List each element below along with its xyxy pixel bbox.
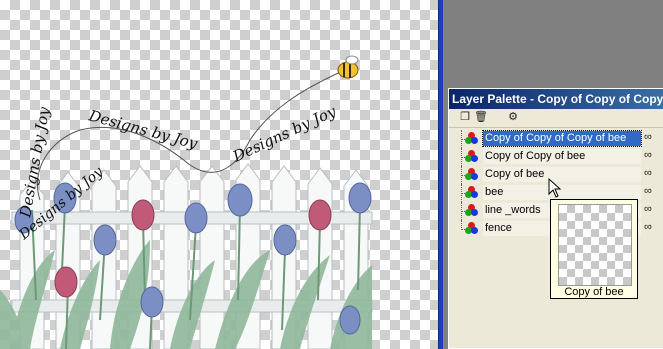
visibility-toggle-icon[interactable]: ∞ — [644, 131, 652, 143]
layer-row-copy3[interactable]: Copy of Copy of Copy of bee ∞ — [453, 130, 658, 148]
visibility-toggle-icon[interactable]: ∞ — [644, 185, 652, 197]
raster-layer-icon — [465, 150, 481, 164]
bee — [337, 55, 359, 79]
visibility-toggle-icon[interactable]: ∞ — [644, 221, 652, 233]
raster-layer-icon — [465, 168, 481, 182]
palette-toolbar: ❐ 🗑 ⚙ — [449, 109, 663, 128]
layer-row-copy2[interactable]: Copy of Copy of bee ∞ — [453, 148, 658, 166]
raster-layer-icon — [465, 186, 481, 200]
properties-icon[interactable]: ⚙ — [506, 111, 520, 124]
raster-layer-icon — [465, 222, 481, 236]
raster-layer-icon — [465, 204, 481, 218]
watermark-text-3: Designs by Joy — [229, 102, 339, 166]
palette-title[interactable]: Layer Palette - Copy of Copy of Copy of — [449, 89, 663, 109]
layer-thumbnail — [558, 204, 632, 286]
image-canvas[interactable]: Designs by Joy Designs by Joy Designs by… — [0, 0, 438, 349]
layer-name[interactable]: Copy of Copy of Copy of bee — [482, 130, 642, 147]
layer-name[interactable]: Copy of Copy of bee — [483, 149, 641, 164]
raster-layer-icon — [465, 132, 481, 146]
layer-name[interactable]: Copy of bee — [483, 167, 641, 182]
canvas-artwork: Designs by Joy Designs by Joy Designs by… — [0, 55, 373, 349]
tooltip-label: Copy of bee — [564, 286, 624, 298]
visibility-toggle-icon[interactable]: ∞ — [644, 149, 652, 161]
new-layer-icon[interactable]: ❐ — [458, 111, 472, 124]
visibility-toggle-icon[interactable]: ∞ — [644, 167, 652, 179]
layer-thumbnail-tooltip: Copy of bee — [550, 199, 638, 299]
visibility-toggle-icon[interactable]: ∞ — [644, 203, 652, 215]
mouse-cursor-icon — [548, 178, 562, 198]
watermark-text-2: Designs by Joy — [86, 106, 200, 153]
delete-icon[interactable]: 🗑 — [474, 111, 488, 124]
layer-name[interactable]: bee — [483, 185, 641, 200]
watermark-text-1: Designs by Joy — [16, 105, 53, 219]
